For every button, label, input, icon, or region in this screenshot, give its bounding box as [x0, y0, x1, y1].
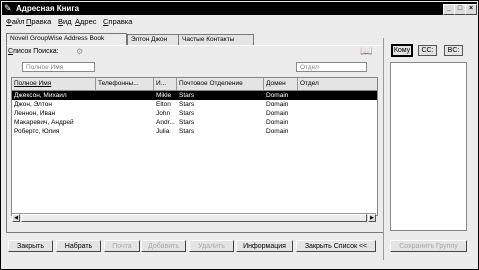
cell-domain: Domain — [266, 119, 289, 126]
menu-bar: Файл Правка Вид Адрес Справка — [2, 16, 477, 27]
table-row[interactable]: Макаревич, Андрей Andr... Stars Domain — [12, 118, 377, 127]
cell-name: Джон, Элтон — [14, 101, 52, 108]
cell-id: Julia — [156, 128, 170, 135]
cell-id: Mikle — [156, 92, 172, 99]
tab-groupwise-address-book[interactable]: Novell GroupWise Address Book — [6, 33, 127, 45]
info-button[interactable]: Информация — [236, 240, 293, 252]
search-list-label: Список Поиска: — [8, 48, 59, 55]
table-row[interactable]: Робертс, Юлия Julia Stars Domain — [12, 127, 377, 136]
column-phone[interactable]: Телефонны... — [96, 78, 154, 90]
cell-domain: Domain — [266, 101, 289, 108]
menu-help[interactable]: Справка — [103, 17, 132, 26]
close-window-button[interactable]: × — [465, 4, 477, 15]
cell-post-office: Stars — [179, 119, 195, 126]
tab-frequent-contacts[interactable]: Частые Контакты — [178, 34, 254, 45]
book-pen-icon: ✎ — [4, 3, 12, 13]
scroll-thumb[interactable] — [21, 214, 367, 222]
cell-id: Andr... — [156, 119, 175, 126]
title-bar: ✎ Адресная Книга _ □ × — [2, 2, 477, 15]
menu-file[interactable]: Файл — [6, 17, 24, 26]
delete-button[interactable]: Удалить — [189, 240, 234, 252]
cell-post-office: Stars — [179, 92, 195, 99]
close-list-button[interactable]: Закрыть Список << — [296, 240, 376, 252]
scroll-left-icon[interactable]: ◀ — [12, 214, 20, 222]
filter-icon[interactable]: ⚙ — [76, 47, 86, 57]
cell-id: Elton — [156, 101, 171, 108]
dial-button[interactable]: Набрать — [56, 240, 101, 252]
name-search-input[interactable]: Полное Имя — [22, 62, 95, 72]
address-book-icon[interactable]: 📖 — [360, 46, 376, 58]
cell-domain: Domain — [266, 92, 289, 99]
divider — [383, 38, 384, 260]
menu-edit[interactable]: Правка — [26, 17, 51, 26]
contacts-table: Полное Имя Телефонны... И... Почтовое От… — [11, 77, 378, 216]
cell-domain: Domain — [266, 110, 289, 117]
menu-view[interactable]: Вид — [58, 17, 72, 26]
cell-name: Леннон, Иван — [14, 110, 56, 117]
column-domain[interactable]: Домен — [264, 78, 298, 90]
table-row[interactable]: Джон, Элтон Elton Stars Domain — [12, 100, 377, 109]
department-search-input[interactable]: Отдел — [296, 62, 367, 72]
tab-elton-john[interactable]: Элтон Джон — [127, 34, 181, 45]
column-full-name[interactable]: Полное Имя — [12, 78, 96, 90]
cell-post-office: Stars — [179, 110, 195, 117]
cell-domain: Domain — [266, 128, 289, 135]
horizontal-scrollbar[interactable]: ◀ ▶ — [12, 213, 376, 222]
column-department[interactable]: Отдел — [298, 78, 377, 90]
table-header: Полное Имя Телефонны... И... Почтовое От… — [12, 78, 377, 91]
cell-post-office: Stars — [179, 128, 195, 135]
tab-cc[interactable]: CC: — [418, 45, 437, 56]
cell-post-office: Stars — [179, 101, 195, 108]
cell-name: Макаревич, Андрей — [14, 119, 74, 126]
column-post-office[interactable]: Почтовое Отделение — [177, 78, 264, 90]
cell-name: Робертс, Юлия — [14, 128, 60, 135]
window-title: Адресная Книга — [16, 4, 80, 13]
column-id[interactable]: И... — [154, 78, 177, 90]
cell-name: Джексон, Михаил — [14, 92, 67, 99]
scroll-right-icon[interactable]: ▶ — [368, 214, 376, 222]
save-group-button[interactable]: Сохранить Группу — [390, 240, 467, 252]
tab-bc[interactable]: BC: — [444, 45, 463, 56]
mail-button[interactable]: Почта — [104, 240, 140, 252]
table-row[interactable]: Джексон, Михаил Mikle Stars Domain — [12, 91, 377, 100]
recipients-list[interactable] — [390, 62, 467, 231]
cell-id: John — [156, 110, 171, 117]
tab-to[interactable]: Кому — [391, 44, 413, 57]
table-row[interactable]: Леннон, Иван John Stars Domain — [12, 109, 377, 118]
menu-address[interactable]: Адрес — [75, 17, 96, 26]
close-button[interactable]: Закрыть — [8, 240, 53, 252]
add-button[interactable]: Добавить — [141, 240, 186, 252]
